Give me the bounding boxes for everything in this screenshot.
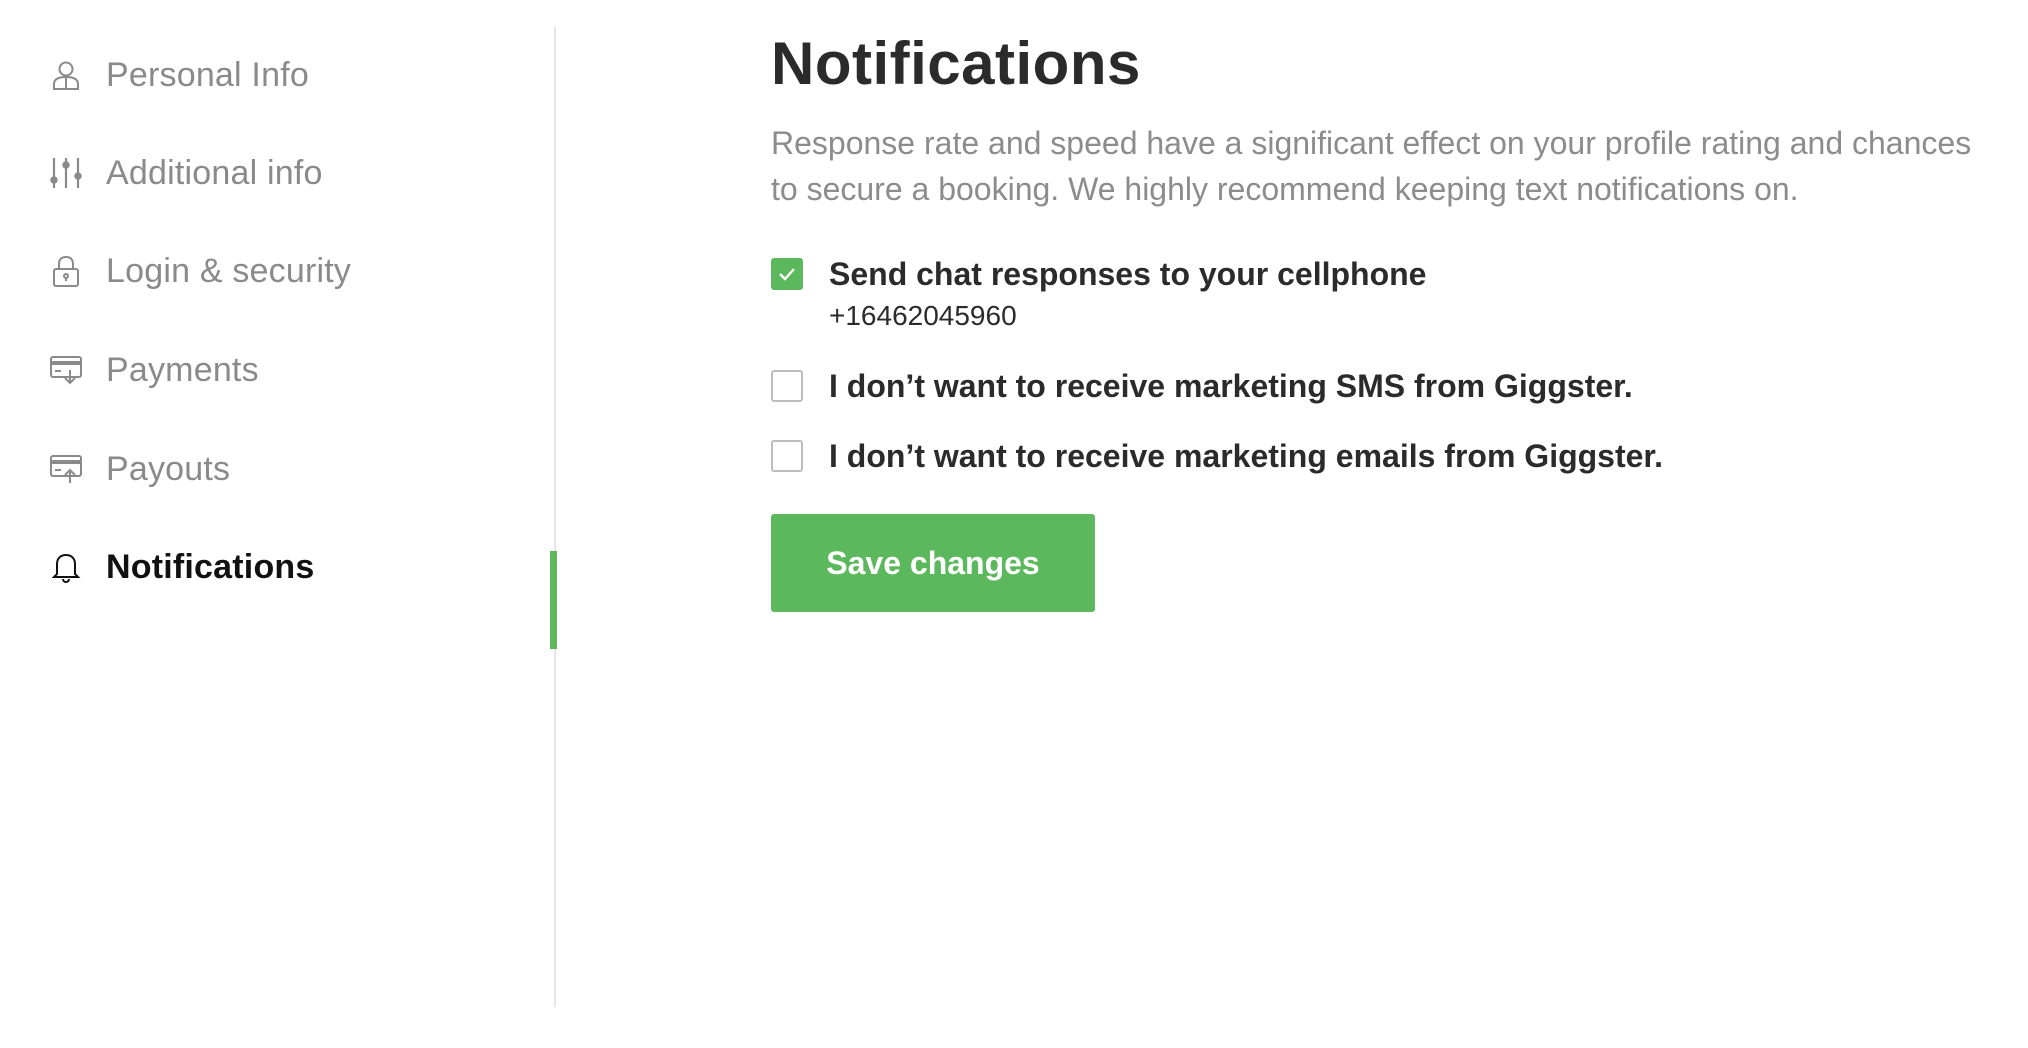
sidebar-item-personal-info[interactable]: Personal Info	[48, 45, 309, 105]
sidebar-item-label: Payouts	[106, 449, 231, 488]
option-no-marketing-sms[interactable]: I don’t want to receive marketing SMS fr…	[771, 366, 1633, 406]
sidebar-item-label: Login & security	[106, 251, 352, 290]
sidebar-item-label: Notifications	[106, 547, 315, 586]
save-changes-button[interactable]: Save changes	[771, 514, 1095, 612]
sidebar-item-label: Payments	[106, 350, 259, 389]
option-label: Send chat responses to your cellphone	[829, 256, 1427, 292]
option-chat-sms[interactable]: Send chat responses to your cellphone +1…	[771, 254, 1426, 336]
sidebar-item-label: Additional info	[106, 153, 323, 192]
no-marketing-emails-checkbox[interactable]	[771, 440, 803, 472]
sidebar-item-payments[interactable]: Payments	[48, 340, 259, 400]
option-text: I don’t want to receive marketing emails…	[829, 436, 1663, 476]
option-text: Send chat responses to your cellphone +1…	[829, 254, 1426, 336]
page-title: Notifications	[771, 30, 1141, 97]
chat-sms-checkbox[interactable]	[771, 258, 803, 290]
sidebar-item-notifications[interactable]: Notifications	[48, 537, 315, 597]
sliders-icon	[48, 155, 84, 191]
card-in-icon	[48, 352, 84, 388]
page-description: Response rate and speed have a significa…	[771, 125, 1972, 207]
sidebar-item-login-security[interactable]: Login & security	[48, 241, 351, 301]
sidebar-item-payouts[interactable]: Payouts	[48, 439, 230, 499]
sidebar-item-label: Personal Info	[106, 55, 309, 94]
card-out-icon	[48, 451, 84, 487]
option-label: I don’t want to receive marketing emails…	[829, 438, 1663, 474]
settings-sidebar: Personal Info Additional info Login & se	[0, 27, 557, 1007]
notifications-panel: Notifications Response rate and speed ha…	[771, 28, 1991, 612]
option-no-marketing-emails[interactable]: I don’t want to receive marketing emails…	[771, 436, 1663, 476]
phone-number: +16462045960	[829, 300, 1017, 331]
bell-icon	[48, 549, 84, 585]
option-label: I don’t want to receive marketing SMS fr…	[829, 368, 1633, 404]
user-icon	[48, 57, 84, 93]
active-item-indicator	[550, 551, 557, 649]
sidebar-item-additional-info[interactable]: Additional info	[48, 143, 323, 203]
no-marketing-sms-checkbox[interactable]	[771, 370, 803, 402]
option-text: I don’t want to receive marketing SMS fr…	[829, 366, 1633, 406]
lock-icon	[48, 253, 84, 289]
